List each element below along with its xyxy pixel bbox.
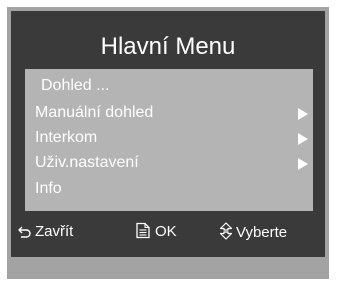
menu-list: Dohled ... Manuální dohled Interkom Uživ… [25, 69, 313, 211]
document-icon [136, 222, 150, 239]
menu-item-label: Manuální dohled [35, 104, 154, 121]
ok-hint[interactable]: OK [135, 222, 177, 242]
submenu-arrow-icon [298, 108, 308, 120]
device-screen: Hlavní Menu Dohled ... Manuální dohled I… [7, 7, 329, 279]
menu-item-uziv-nastaveni[interactable]: Uživ.nastavení [25, 151, 313, 174]
menu-item-label: Info [35, 180, 62, 197]
up-down-arrows-icon [219, 222, 233, 240]
menu-item-info[interactable]: Info [25, 177, 313, 200]
ok-label: OK [155, 223, 177, 240]
select-hint[interactable]: Vyberte [219, 222, 287, 242]
submenu-arrow-icon [298, 133, 308, 145]
softkey-bar: Zavřít OK Vyberte [11, 216, 325, 252]
close-hint[interactable]: Zavřít [17, 222, 73, 242]
menu-item-label: Uživ.nastavení [35, 154, 139, 171]
main-menu-panel: Hlavní Menu Dohled ... Manuální dohled I… [11, 11, 325, 257]
menu-item-interkom[interactable]: Interkom [25, 126, 313, 149]
submenu-arrow-icon [298, 158, 308, 170]
menu-item-manualni-dohled[interactable]: Manuální dohled [25, 101, 313, 124]
close-label: Zavřít [35, 223, 74, 240]
menu-title: Hlavní Menu [100, 33, 236, 60]
menu-item-label: Interkom [35, 129, 98, 146]
back-arrow-icon [18, 226, 31, 238]
menu-item-label: Dohled ... [41, 77, 110, 94]
select-label: Vyberte [236, 224, 288, 241]
menu-item-dohled[interactable]: Dohled ... [25, 74, 313, 97]
